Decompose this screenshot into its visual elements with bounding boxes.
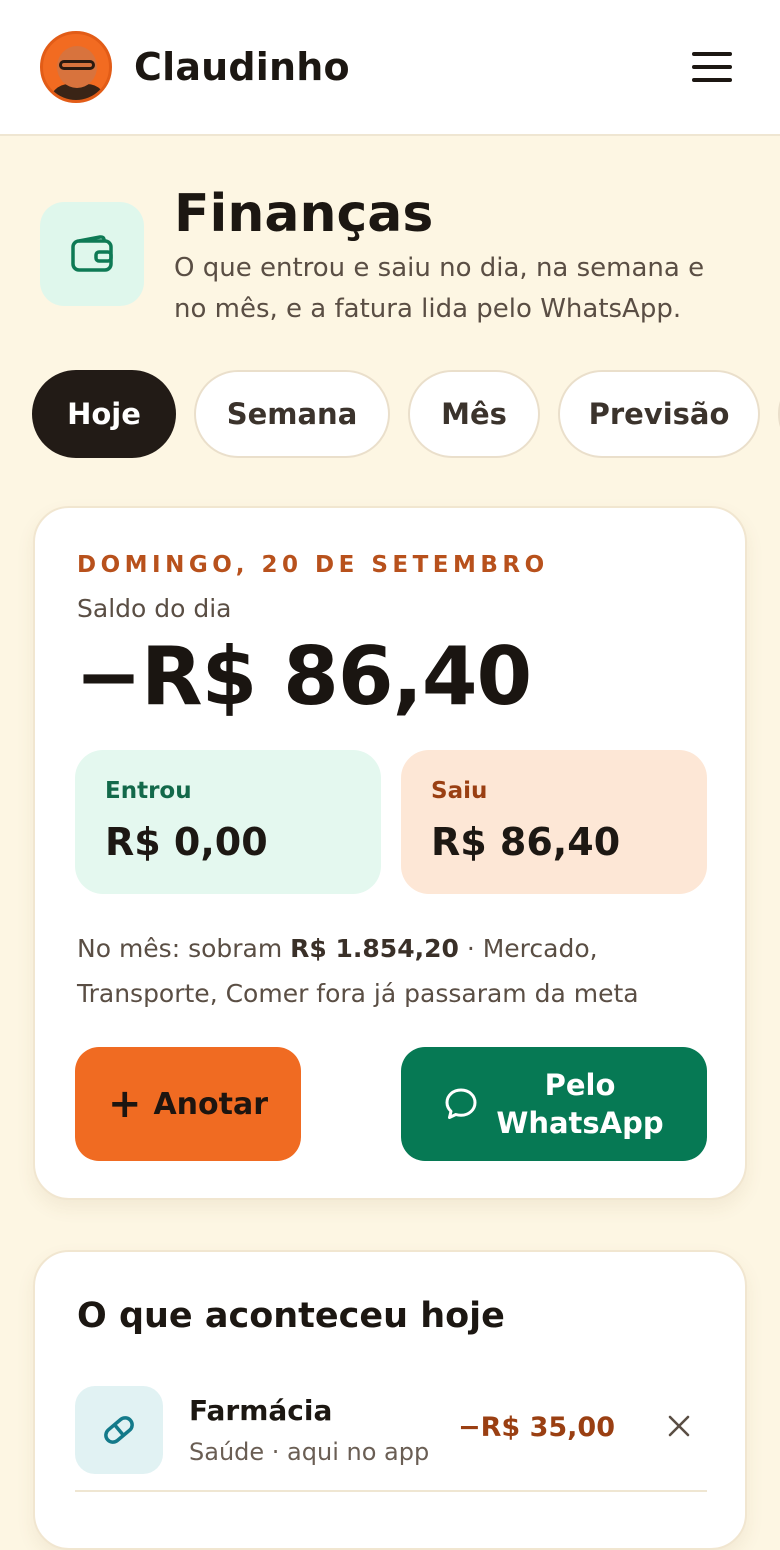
plus-icon: + — [107, 1081, 142, 1127]
transaction-meta: Saúde · aqui no app — [189, 1438, 430, 1466]
close-icon[interactable] — [659, 1406, 699, 1446]
month-summary: No mês: sobram R$ 1.854,20 · Mercado, Tr… — [77, 926, 697, 1016]
today-transactions-card: O que aconteceu hoje Farmácia Saúde · aq… — [33, 1250, 747, 1550]
income-value: R$ 0,00 — [105, 820, 268, 864]
chat-bubble-icon — [445, 1088, 477, 1119]
month-remaining-amount: R$ 1.854,20 — [290, 934, 459, 963]
income-label: Entrou — [105, 778, 192, 804]
income-box: Entrou R$ 0,00 — [75, 750, 381, 894]
app-name: Claudinho — [134, 45, 350, 89]
add-entry-label: Anotar — [153, 1086, 269, 1122]
balance-label: Saldo do dia — [77, 594, 232, 623]
whatsapp-button[interactable]: Pelo WhatsApp — [401, 1047, 707, 1161]
transaction-name: Farmácia — [189, 1394, 333, 1427]
period-tabs: Hoje Semana Mês Previsão — [32, 370, 780, 458]
balance-value: −R$ 86,40 — [75, 630, 532, 723]
section-title: O que aconteceu hoje — [77, 1296, 505, 1336]
expense-value: R$ 86,40 — [431, 820, 621, 864]
wallet-icon — [40, 202, 144, 306]
expense-label: Saiu — [431, 778, 488, 804]
page-header: Finanças O que entrou e saiu no dia, na … — [40, 184, 760, 330]
date-label: DOMINGO, 20 DE SETEMBRO — [77, 552, 549, 578]
pill-icon — [75, 1386, 163, 1474]
day-summary-card: DOMINGO, 20 DE SETEMBRO Saldo do dia −R$… — [33, 506, 747, 1200]
whatsapp-label: Pelo WhatsApp — [496, 1068, 664, 1140]
transaction-amount: −R$ 35,00 — [457, 1412, 615, 1443]
tab-mes[interactable]: Mês — [408, 370, 540, 458]
month-summary-prefix: No mês: sobram — [77, 934, 291, 963]
menu-icon[interactable] — [692, 52, 732, 82]
top-bar: Claudinho — [0, 0, 780, 136]
tab-semana[interactable]: Semana — [194, 370, 390, 458]
page-subtitle: O que entrou e saiu no dia, na semana e … — [174, 253, 705, 324]
avatar[interactable] — [40, 31, 112, 103]
tab-previsao[interactable]: Previsão — [558, 370, 760, 458]
expense-box: Saiu R$ 86,40 — [401, 750, 707, 894]
page-title: Finanças — [174, 184, 434, 244]
tab-hoje[interactable]: Hoje — [32, 370, 176, 458]
transaction-row[interactable]: Farmácia Saúde · aqui no app −R$ 35,00 — [75, 1384, 707, 1492]
add-entry-button[interactable]: + Anotar — [75, 1047, 301, 1161]
